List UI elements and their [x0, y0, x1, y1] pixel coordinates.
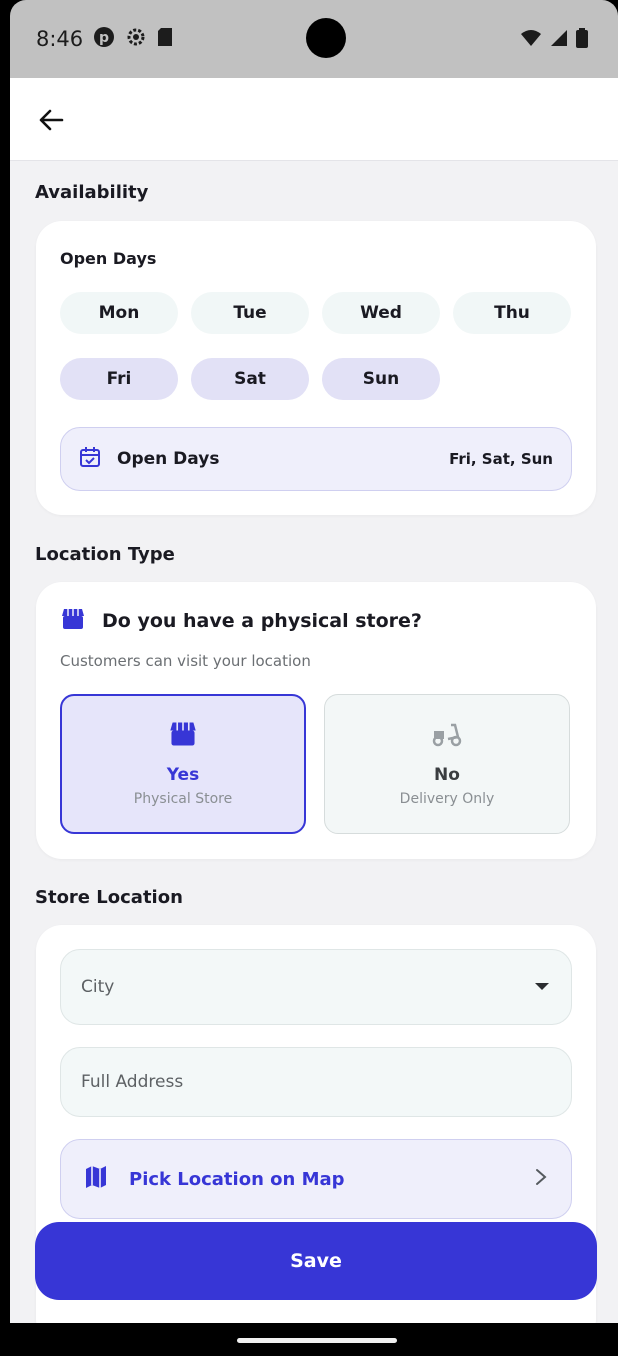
- battery-icon: [576, 28, 588, 48]
- storefront-icon: [60, 608, 86, 634]
- day-chip-fri[interactable]: Fri: [60, 358, 178, 400]
- home-gesture-pill[interactable]: [237, 1338, 397, 1343]
- option-delivery-only-subtitle: Delivery Only: [399, 791, 495, 807]
- pick-location-map-button[interactable]: Pick Location on Map: [60, 1139, 572, 1219]
- physical-store-question-text: Do you have a physical store?: [102, 610, 422, 632]
- open-days-summary: Open Days Fri, Sat, Sun: [60, 427, 572, 491]
- option-physical-store-title: Yes: [166, 765, 200, 785]
- day-chip-tue[interactable]: Tue: [191, 292, 309, 334]
- store-location-section-title: Store Location: [35, 887, 183, 908]
- app-bar: [10, 78, 618, 161]
- settings-gear-icon: [125, 26, 147, 52]
- open-days-summary-label: Open Days: [117, 449, 220, 469]
- app-screen: Availability Open Days Mon Tue Wed Thu F…: [10, 78, 618, 1323]
- location-type-card: Do you have a physical store? Customers …: [36, 582, 596, 859]
- day-chip-mon[interactable]: Mon: [60, 292, 178, 334]
- full-address-placeholder: Full Address: [81, 1072, 184, 1092]
- caret-down-icon: [533, 977, 551, 997]
- option-physical-store-subtitle: Physical Store: [133, 791, 233, 807]
- wifi-icon: [521, 30, 541, 46]
- status-time: 8:46: [36, 27, 84, 51]
- city-dropdown[interactable]: City: [60, 949, 572, 1025]
- availability-card: Open Days Mon Tue Wed Thu Fri Sat Sun Op…: [36, 221, 596, 515]
- physical-store-question: Do you have a physical store?: [60, 608, 422, 634]
- city-dropdown-placeholder: City: [81, 977, 115, 997]
- availability-section-title: Availability: [35, 182, 149, 203]
- status-indicators: [520, 28, 588, 48]
- open-days-label: Open Days: [60, 249, 157, 268]
- open-days-summary-value: Fri, Sat, Sun: [449, 450, 553, 468]
- day-chip-thu[interactable]: Thu: [453, 292, 571, 334]
- system-nav-bar: [0, 1323, 618, 1356]
- day-chip-wed[interactable]: Wed: [322, 292, 440, 334]
- svg-text:p: p: [99, 30, 109, 46]
- location-type-section-title: Location Type: [35, 544, 175, 565]
- signal-icon: [551, 30, 567, 46]
- sd-card-icon: [157, 27, 173, 51]
- pick-location-map-label: Pick Location on Map: [129, 1168, 345, 1190]
- storefront-icon: [168, 721, 198, 751]
- map-icon: [85, 1165, 107, 1193]
- physical-store-subtitle: Customers can visit your location: [60, 652, 311, 670]
- pinterest-icon: p: [93, 26, 115, 52]
- save-button[interactable]: Save: [35, 1222, 597, 1300]
- chevron-right-icon: [535, 1168, 547, 1190]
- option-delivery-only-title: No: [434, 765, 460, 785]
- option-delivery-only[interactable]: No Delivery Only: [324, 694, 570, 834]
- scooter-icon: [431, 721, 463, 751]
- full-address-field[interactable]: Full Address: [60, 1047, 572, 1117]
- day-chip-sat[interactable]: Sat: [191, 358, 309, 400]
- calendar-check-icon: [79, 446, 101, 472]
- back-arrow-icon[interactable]: [36, 104, 68, 136]
- option-physical-store[interactable]: Yes Physical Store: [60, 694, 306, 834]
- status-bar: 8:46 p: [10, 0, 618, 78]
- camera-cutout: [306, 18, 346, 58]
- day-chip-sun[interactable]: Sun: [322, 358, 440, 400]
